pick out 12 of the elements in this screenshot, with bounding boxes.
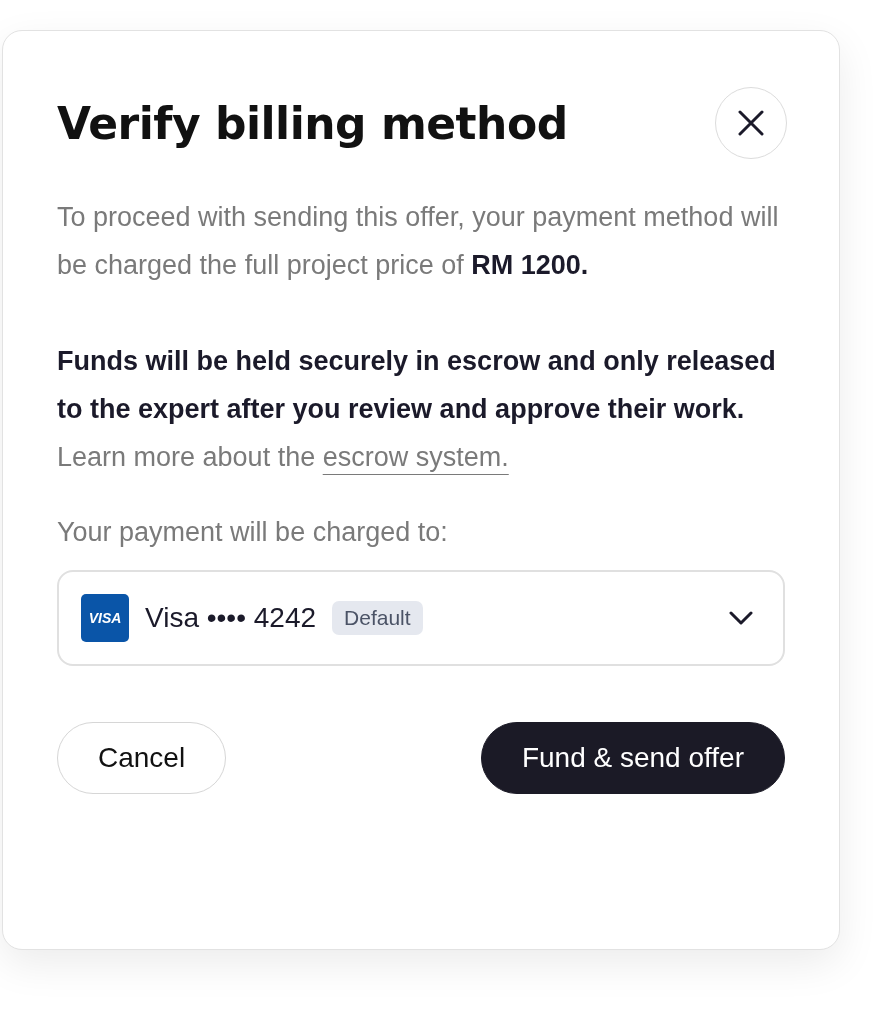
cancel-button[interactable]: Cancel	[57, 722, 227, 794]
close-icon	[737, 109, 765, 137]
payment-label: Your payment will be charged to:	[57, 517, 449, 548]
description-text: Funds will be held securely in escrow and only released to the expert after you review and approve their work. Learn more about the escrow system.	[57, 345, 777, 474]
payment-method-select[interactable]: VISA Visa •••• 4242 Default	[57, 570, 785, 666]
chevron-down-icon	[729, 611, 753, 625]
fund-send-button[interactable]: Fund & send offer	[480, 722, 785, 794]
escrow-link[interactable]: escrow system.	[322, 442, 509, 472]
default-badge: Default	[332, 601, 423, 635]
card-logo-icon: VISA	[81, 594, 129, 642]
description-text: To proceed with sending this offer, your payment method will be charged the full project price of RM 1200.	[57, 201, 780, 282]
dialog-title: Verify billing method	[57, 97, 568, 149]
